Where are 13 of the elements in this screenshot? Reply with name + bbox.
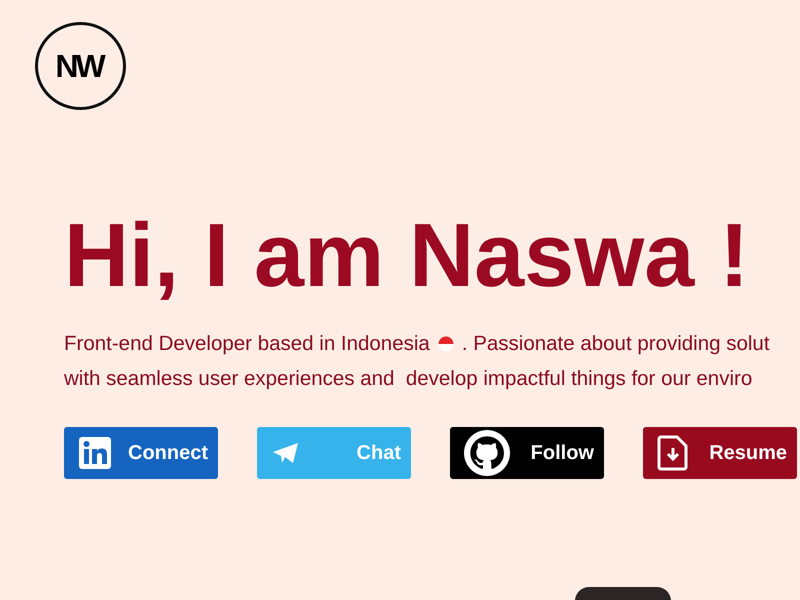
paper-plane-icon bbox=[271, 440, 301, 466]
github-icon bbox=[464, 430, 510, 476]
file-download-icon bbox=[657, 435, 689, 471]
hero-heading: Hi, I am Naswa ! bbox=[64, 206, 750, 306]
intro-text: Front-end Developer based in Indonesia bbox=[64, 331, 430, 357]
intro-text: with seamless user experiences and develop impactful things for our enviro bbox=[64, 366, 752, 392]
resume-button[interactable]: Resume bbox=[643, 427, 797, 479]
intro-text: . Passionate about providing solut bbox=[462, 331, 770, 357]
linkedin-button[interactable]: Connect bbox=[64, 427, 218, 479]
linkedin-icon bbox=[78, 436, 112, 470]
github-button[interactable]: Follow bbox=[450, 427, 604, 479]
flag-icon bbox=[438, 336, 454, 352]
logo[interactable]: NW bbox=[35, 22, 126, 110]
